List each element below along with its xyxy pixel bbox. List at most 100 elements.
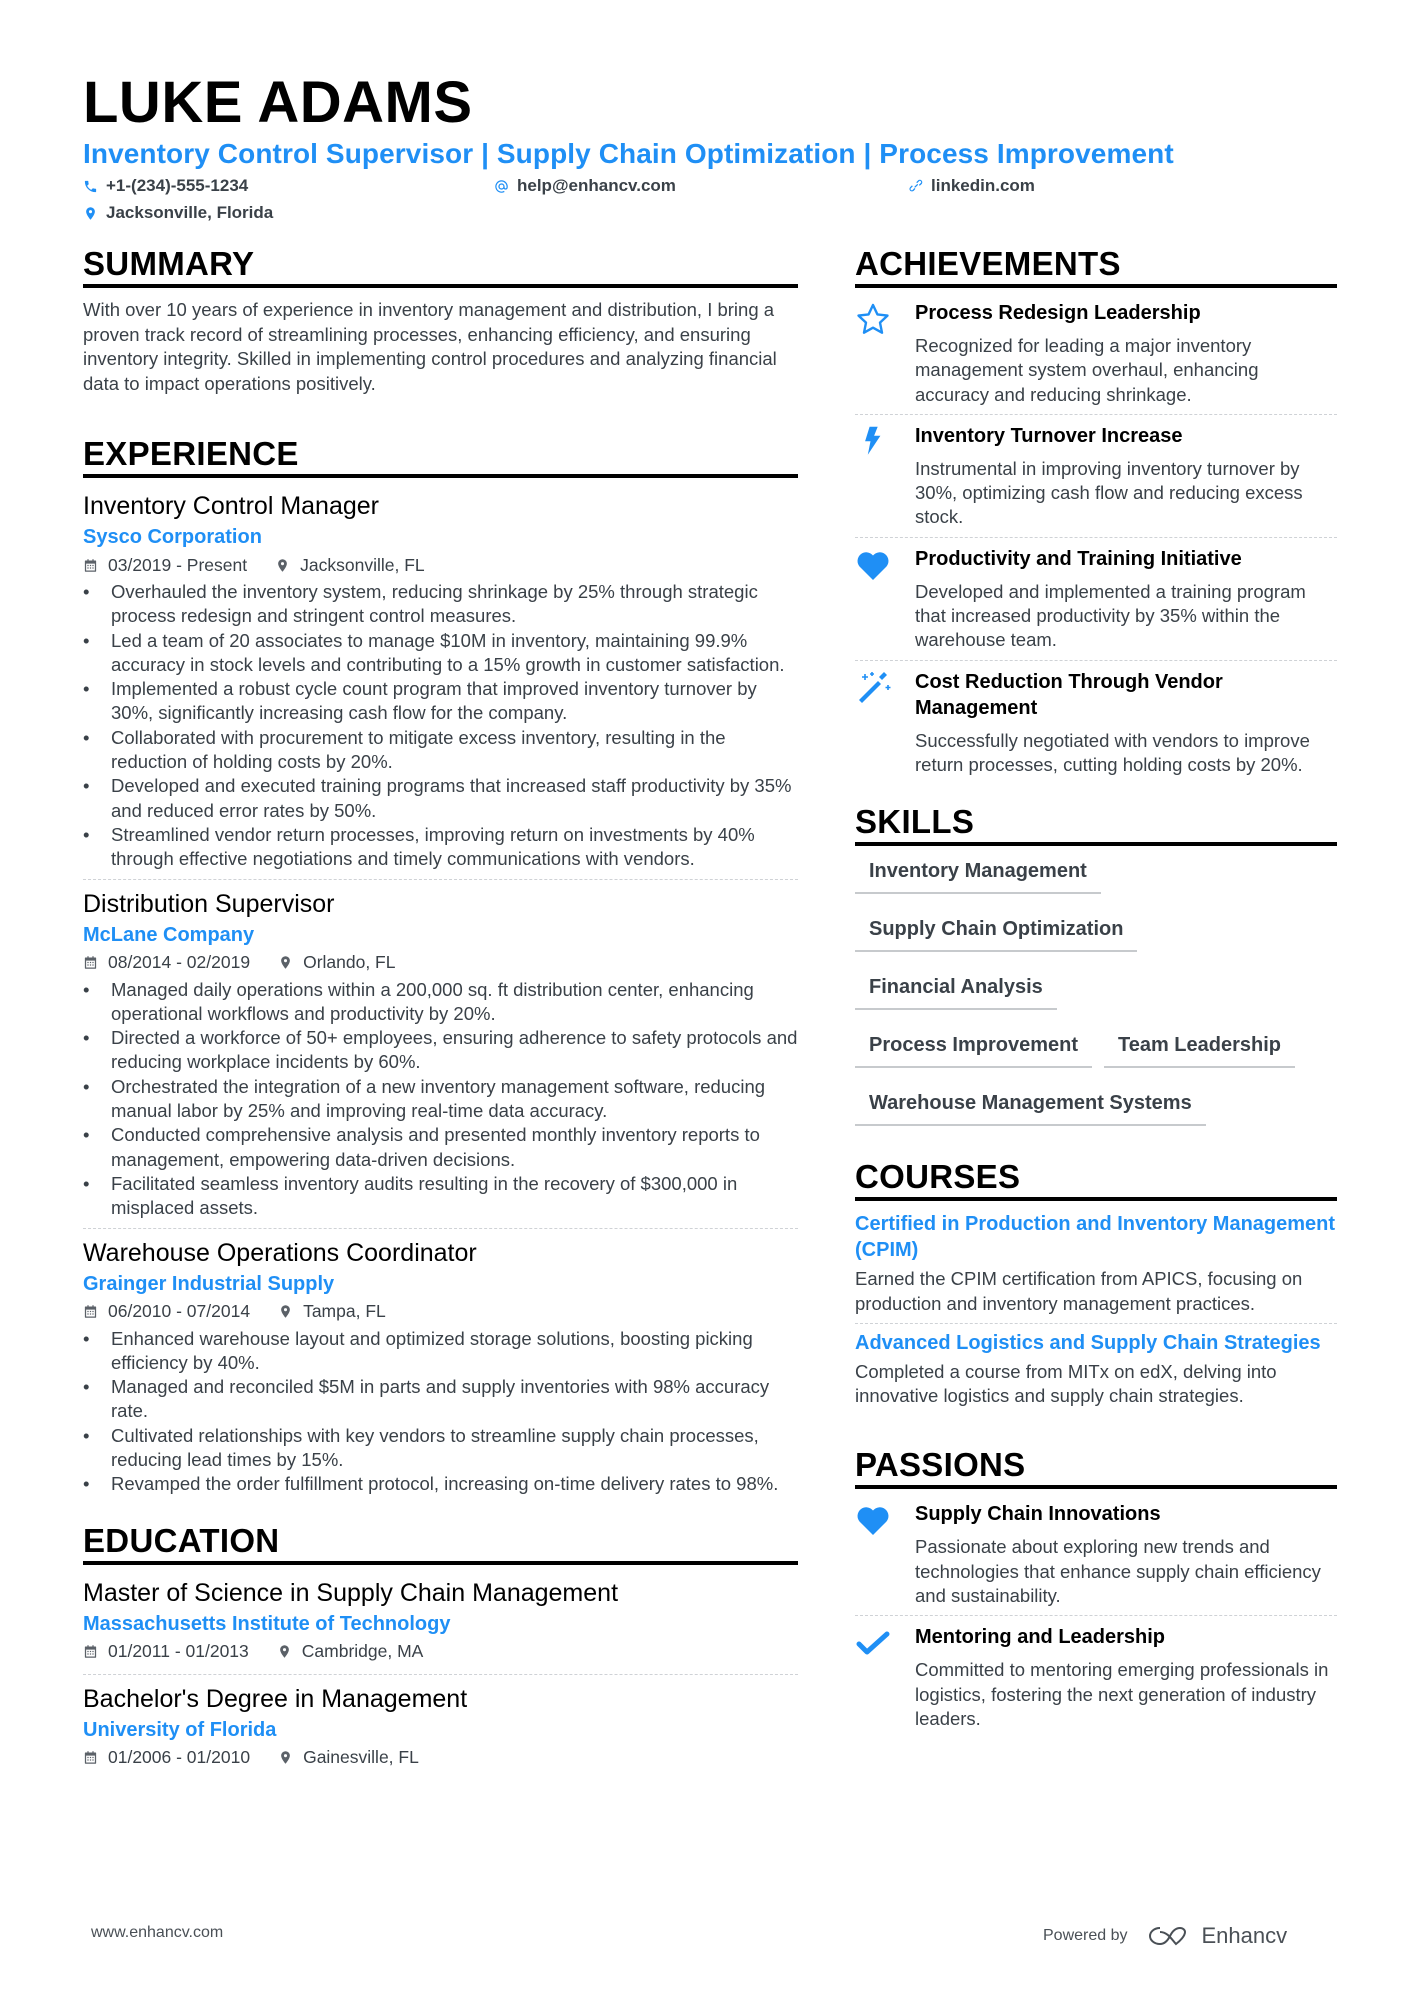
section-title-courses: COURSES (855, 1158, 1021, 1196)
enhancv-brand[interactable]: Enhancv (1146, 1923, 1287, 1949)
section-rule (855, 842, 1337, 847)
footer-website-link[interactable]: www.enhancv.com (91, 1924, 223, 1942)
footer: www.enhancv.com Powered by Enhancv (0, 1920, 1410, 1950)
education-item: Bachelor's Degree in Management Universit… (83, 1681, 798, 1773)
job-location: Jacksonville, FL (275, 555, 425, 576)
company-name[interactable]: Grainger Industrial Supply (83, 1271, 798, 1297)
education-location-text: Cambridge, MA (301, 1641, 424, 1662)
location-text: Jacksonville, Florida (106, 203, 274, 222)
contact-linkedin[interactable]: linkedin.com (908, 174, 1035, 198)
lightning-icon (865, 426, 881, 455)
headline: Inventory Control Supervisor | Supply Ch… (83, 138, 1174, 169)
section-rule (83, 474, 798, 478)
item-body: Process Redesign Leadership Recognized fo… (915, 300, 1337, 407)
school-name[interactable]: Massachusetts Institute of Technology (83, 1611, 798, 1637)
job-dates: 06/2010 - 07/2014 (108, 1301, 251, 1322)
section-rule (855, 284, 1337, 288)
item-title: Mentoring and Leadership (915, 1626, 1166, 1649)
resume-header: LUKE ADAMS Inventory Control Supervisor … (83, 70, 1343, 228)
calendar-icon (84, 1305, 97, 1318)
email-address[interactable]: help@enhancv.com (517, 176, 676, 196)
item-icon (855, 1501, 915, 1608)
item-description: Passionate about exploring new trends an… (915, 1536, 1321, 1607)
course-item: Certified in Production and Inventory Ma… (855, 1211, 1337, 1316)
item-body: Productivity and Training Initiative Deve… (915, 546, 1337, 653)
divider (855, 659, 1337, 661)
skill-tag: Process Improvement (855, 1024, 1092, 1069)
course-title[interactable]: Advanced Logistics and Supply Chain Stra… (855, 1330, 1337, 1356)
course-item: Advanced Logistics and Supply Chain Stra… (855, 1330, 1337, 1409)
item-description: Instrumental in improving inventory turn… (915, 457, 1303, 528)
bullet-item: Overhauled the inventory system, reducin… (83, 580, 798, 629)
course-description: Earned the CPIM certification from APICS… (855, 1268, 1303, 1314)
job-title: Warehouse Operations Coordinator (83, 1238, 477, 1267)
job-bullets: Overhauled the inventory system, reducin… (83, 580, 798, 872)
passion-item: Mentoring and Leadership Committed to men… (855, 1622, 1337, 1731)
education-meta: 01/2006 - 01/2010 Gainesville, FL (83, 1743, 798, 1773)
job-meta: 03/2019 - Present Jacksonville, FL (83, 550, 798, 580)
achievement-item: Inventory Turnover Increase Instrumental … (855, 421, 1337, 530)
company-name[interactable]: Sysco Corporation (83, 524, 798, 550)
bullet-item: Managed and reconciled $5M in parts and … (83, 1375, 798, 1424)
item-icon (855, 546, 915, 653)
heart-icon (857, 552, 889, 580)
course-description: Completed a course from MITx on edX, del… (855, 1360, 1277, 1407)
bullet-item: Implemented a robust cycle count program… (83, 677, 798, 726)
heart-icon (857, 1507, 889, 1536)
section-title-passions: PASSIONS (855, 1446, 1026, 1484)
education-dates: 01/2006 - 01/2010 (108, 1747, 251, 1768)
location-pin-icon (281, 1305, 290, 1318)
job-title: Distribution Supervisor (83, 889, 335, 918)
school-name[interactable]: University of Florida (83, 1717, 798, 1743)
skill-tag: Financial Analysis (855, 966, 1057, 1011)
course-title[interactable]: Certified in Production and Inventory Ma… (855, 1211, 1337, 1263)
section-title-achievements: ACHIEVEMENTS (855, 245, 1121, 282)
skills-list: Inventory Management Supply Chain Optimiz… (855, 850, 1337, 1140)
contact-phone: +1-(234)-555-1234 (83, 174, 248, 198)
bullet-item: Managed daily operations within a 200,00… (83, 978, 798, 1027)
courses-section: COURSES Certified in Production and Inve… (855, 1158, 1337, 1408)
item-body: Inventory Turnover Increase Instrumental … (915, 423, 1337, 530)
education-dates: 01/2011 - 01/2013 (108, 1641, 249, 1662)
bullet-item: Orchestrated the integration of a new in… (83, 1075, 798, 1124)
enhancv-logo-icon (1148, 1926, 1186, 1946)
divider (83, 1673, 798, 1675)
job-title: Inventory Control Manager (83, 492, 379, 520)
bullet-item: Directed a workforce of 50+ employees, e… (83, 1026, 798, 1075)
achievements-list: Process Redesign Leadership Recognized fo… (855, 298, 1337, 777)
degree-title: Master of Science in Supply Chain Manage… (83, 1578, 619, 1607)
job-dates: 08/2014 - 02/2019 (108, 952, 251, 973)
divider (855, 1615, 1337, 1617)
section-rule (83, 1560, 798, 1565)
skill-tag: Supply Chain Optimization (855, 908, 1138, 953)
education-location: Cambridge, MA (277, 1641, 424, 1662)
calendar-icon (84, 956, 97, 969)
education-location: Gainesville, FL (278, 1747, 419, 1768)
phone-number: +1-(234)-555-1234 (106, 176, 249, 195)
job-location: Orlando, FL (278, 952, 395, 973)
item-title: Cost Reduction Through Vendor Management (915, 670, 1223, 719)
job-meta: 06/2010 - 07/2014 Tampa, FL (83, 1297, 798, 1327)
contact-email[interactable]: help@enhancv.com (494, 174, 676, 198)
linkedin-url[interactable]: linkedin.com (931, 176, 1035, 196)
section-rule (83, 284, 798, 288)
powered-by: Powered by Enhancv (1043, 1923, 1287, 1949)
experience-list: Inventory Control Manager Sysco Corporati… (83, 488, 798, 1497)
degree-title: Bachelor's Degree in Management (83, 1684, 468, 1713)
left-column: SUMMARY With over 10 years of experience… (83, 245, 798, 1773)
location-pin-icon (281, 1751, 290, 1764)
bullet-item: Revamped the order fulfillment protocol,… (83, 1472, 798, 1497)
bullet-item: Enhanced warehouse layout and optimized … (83, 1327, 798, 1376)
job-bullets: Enhanced warehouse layout and optimized … (83, 1327, 798, 1497)
experience-item: Warehouse Operations Coordinator Grainger… (83, 1235, 798, 1497)
job-bullets: Managed daily operations within a 200,00… (83, 978, 798, 1221)
calendar-icon (84, 1751, 97, 1764)
contact-location: Jacksonville, Florida (83, 201, 273, 225)
skill-tag: Warehouse Management Systems (855, 1082, 1206, 1127)
item-body: Supply Chain Innovations Passionate about… (915, 1501, 1337, 1608)
achievement-item: Productivity and Training Initiative Deve… (855, 544, 1337, 653)
company-name[interactable]: McLane Company (83, 922, 798, 948)
job-location-text: Orlando, FL (303, 952, 396, 973)
job-location-text: Jacksonville, FL (300, 554, 425, 575)
section-rule (855, 1485, 1337, 1490)
